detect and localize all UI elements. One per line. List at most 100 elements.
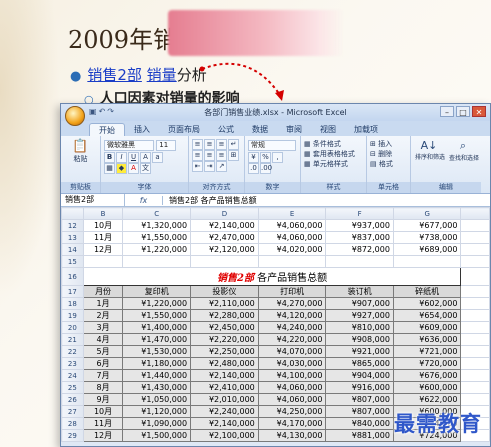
row-header[interactable]: 16 bbox=[61, 267, 84, 286]
table-header-cell[interactable]: 装订机 bbox=[325, 285, 394, 298]
cell[interactable] bbox=[460, 345, 490, 358]
cell[interactable]: ¥1,090,000 bbox=[122, 417, 192, 430]
cell[interactable]: ¥721,000 bbox=[392, 345, 462, 358]
cell[interactable]: ¥676,000 bbox=[392, 369, 462, 382]
cell[interactable]: ¥4,270,000 bbox=[257, 297, 327, 310]
row-header[interactable]: 20 bbox=[61, 321, 84, 334]
close-icon[interactable]: ✕ bbox=[472, 106, 486, 117]
link-sales-volume[interactable]: 销量 bbox=[147, 66, 177, 84]
tab-review[interactable]: 审阅 bbox=[277, 123, 311, 136]
cell[interactable] bbox=[460, 357, 490, 370]
cell[interactable]: 11月 bbox=[82, 417, 124, 430]
cell[interactable] bbox=[190, 255, 259, 268]
cell[interactable]: ¥2,450,000 bbox=[190, 321, 259, 334]
cell[interactable]: ¥4,120,000 bbox=[257, 309, 327, 322]
row-header[interactable]: 13 bbox=[61, 231, 84, 244]
cell[interactable] bbox=[460, 321, 490, 334]
tab-page-layout[interactable]: 页面布局 bbox=[159, 123, 209, 136]
cell[interactable]: ¥602,000 bbox=[392, 297, 462, 310]
conditional-format-button[interactable]: ▦ 条件格式 bbox=[304, 139, 363, 149]
row-header[interactable]: 26 bbox=[61, 393, 84, 406]
cell[interactable]: ¥1,500,000 bbox=[122, 429, 192, 442]
cell[interactable]: 3月 bbox=[82, 321, 124, 334]
cell[interactable]: ¥1,550,000 bbox=[122, 231, 192, 244]
cell[interactable]: ¥916,000 bbox=[325, 381, 394, 394]
sort-filter-button[interactable]: A↓ 排序和筛选 bbox=[415, 139, 445, 162]
find-select-button[interactable]: ⌕ 查找和选择 bbox=[449, 139, 479, 162]
cell[interactable]: ¥927,000 bbox=[325, 309, 394, 322]
font-name-select[interactable]: 微软雅黑 bbox=[104, 140, 154, 151]
tab-home[interactable]: 开始 bbox=[89, 123, 125, 136]
cell[interactable] bbox=[460, 309, 490, 322]
cell[interactable] bbox=[460, 231, 490, 244]
cell[interactable]: ¥2,120,000 bbox=[190, 243, 259, 256]
cell[interactable]: ¥2,480,000 bbox=[190, 357, 259, 370]
cell[interactable]: ¥2,100,000 bbox=[190, 429, 259, 442]
cell[interactable] bbox=[460, 381, 490, 394]
table-header-cell[interactable]: 碎纸机 bbox=[392, 285, 462, 298]
align-center-icon[interactable]: ≡ bbox=[204, 150, 215, 161]
cell[interactable]: ¥4,240,000 bbox=[257, 321, 327, 334]
cell[interactable]: ¥1,050,000 bbox=[122, 393, 192, 406]
column-header-e[interactable]: E bbox=[257, 207, 327, 220]
align-top-icon[interactable]: ≡ bbox=[192, 139, 203, 150]
cell[interactable]: ¥904,000 bbox=[325, 369, 394, 382]
column-header-c[interactable]: C bbox=[122, 207, 192, 220]
cell[interactable]: 11月 bbox=[82, 231, 124, 244]
align-bottom-icon[interactable]: ≡ bbox=[216, 139, 227, 150]
cell[interactable]: ¥4,070,000 bbox=[257, 345, 327, 358]
cell[interactable]: 7月 bbox=[82, 369, 124, 382]
phonetic-icon[interactable]: 文 bbox=[140, 163, 151, 174]
align-right-icon[interactable]: ≡ bbox=[216, 150, 227, 161]
cell[interactable]: ¥1,550,000 bbox=[122, 309, 192, 322]
cell[interactable] bbox=[460, 267, 490, 286]
insert-cells-button[interactable]: ⊞ 插入 bbox=[370, 139, 407, 149]
tab-insert[interactable]: 插入 bbox=[125, 123, 159, 136]
column-header-f[interactable]: F bbox=[325, 207, 394, 220]
cell[interactable]: ¥921,000 bbox=[325, 345, 394, 358]
row-header[interactable]: 23 bbox=[61, 357, 84, 370]
cell[interactable]: ¥2,240,000 bbox=[190, 405, 259, 418]
cell[interactable]: ¥4,220,000 bbox=[257, 333, 327, 346]
cell[interactable]: ¥1,220,000 bbox=[122, 297, 192, 310]
cell[interactable]: ¥1,320,000 bbox=[122, 219, 192, 232]
cell[interactable]: 2月 bbox=[82, 309, 124, 322]
increase-decimal-icon[interactable]: .0 bbox=[248, 163, 259, 174]
bold-icon[interactable]: B bbox=[104, 152, 115, 163]
table-header-cell[interactable]: 月份 bbox=[82, 285, 124, 298]
currency-icon[interactable]: ¥ bbox=[248, 152, 259, 163]
cell[interactable]: ¥865,000 bbox=[325, 357, 394, 370]
cell[interactable] bbox=[325, 255, 394, 268]
cell[interactable]: ¥2,250,000 bbox=[190, 345, 259, 358]
cell[interactable]: ¥738,000 bbox=[392, 231, 462, 244]
column-header-b[interactable]: B bbox=[82, 207, 124, 220]
row-header[interactable]: 28 bbox=[61, 417, 84, 430]
align-left-icon[interactable]: ≡ bbox=[192, 150, 203, 161]
cell[interactable]: ¥4,060,000 bbox=[257, 381, 327, 394]
percent-icon[interactable]: % bbox=[260, 152, 271, 163]
delete-cells-button[interactable]: ⊟ 删除 bbox=[370, 149, 407, 159]
table-header-cell[interactable]: 打印机 bbox=[257, 285, 327, 298]
tab-addins[interactable]: 加载项 bbox=[345, 123, 387, 136]
row-header[interactable]: 17 bbox=[61, 285, 84, 298]
indent-decrease-icon[interactable]: ⇤ bbox=[192, 161, 203, 172]
cell[interactable]: ¥2,220,000 bbox=[190, 333, 259, 346]
cell[interactable]: 1月 bbox=[82, 297, 124, 310]
cell[interactable]: ¥4,020,000 bbox=[257, 243, 327, 256]
cell[interactable]: ¥4,170,000 bbox=[257, 417, 327, 430]
row-header[interactable]: 27 bbox=[61, 405, 84, 418]
row-header[interactable]: 14 bbox=[61, 243, 84, 256]
cell[interactable]: 12月 bbox=[82, 243, 124, 256]
cell[interactable] bbox=[460, 285, 490, 298]
border-icon[interactable]: ▦ bbox=[104, 163, 115, 174]
cell[interactable]: ¥2,140,000 bbox=[190, 369, 259, 382]
font-shrink-icon[interactable]: a bbox=[152, 152, 163, 163]
column-header-d[interactable]: D bbox=[190, 207, 259, 220]
cell[interactable]: ¥4,030,000 bbox=[257, 357, 327, 370]
maximize-icon[interactable]: □ bbox=[456, 106, 470, 117]
cell[interactable]: ¥609,000 bbox=[392, 321, 462, 334]
cell[interactable] bbox=[122, 255, 192, 268]
column-header-extra[interactable] bbox=[460, 207, 490, 220]
cell[interactable]: 6月 bbox=[82, 357, 124, 370]
row-header[interactable]: 25 bbox=[61, 381, 84, 394]
